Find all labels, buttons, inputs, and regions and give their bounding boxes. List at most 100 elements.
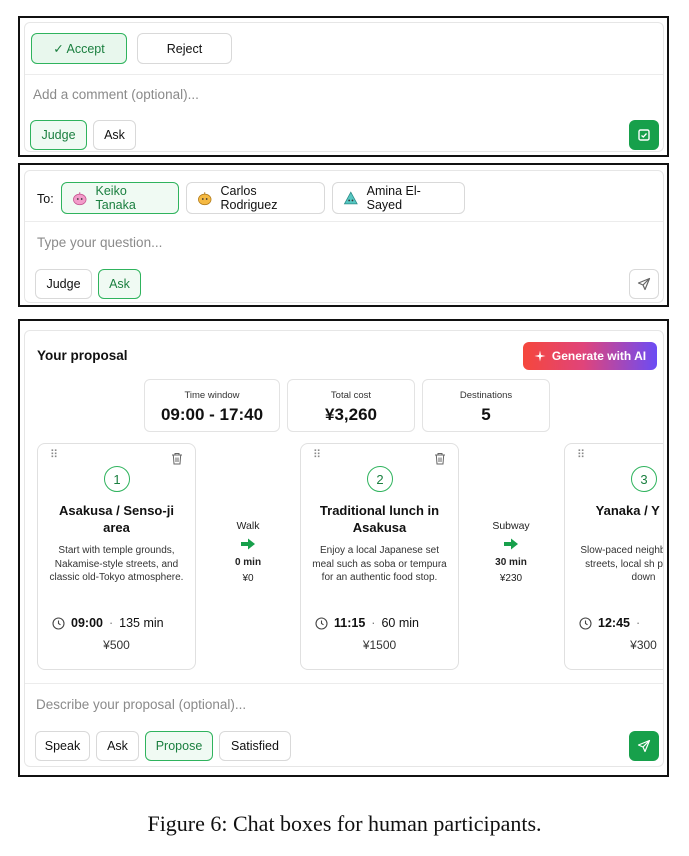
divider [25,683,663,684]
separator-dot: · [108,616,114,630]
trash-icon[interactable] [171,452,183,465]
question-box: To: Keiko Tanaka Carlos Rodriguez Amina … [24,170,664,303]
card-duration: 60 min [381,616,419,630]
review-box: ✓ Accept Reject Add a comment (optional)… [24,22,664,152]
submit-button[interactable] [629,120,659,150]
speak-label: Speak [44,739,81,753]
card-number: 2 [367,466,393,492]
arrow-right-icon [504,538,518,550]
clock-icon [315,616,328,630]
card-title: Traditional lunch in Asakusa [319,503,440,535]
card-price: ¥500 [103,638,130,652]
accept-button[interactable]: ✓ Accept [31,33,127,64]
destination-card[interactable]: ⠿ 1 Asakusa / Senso-ji area Start with t… [37,443,196,670]
speak-button[interactable]: Speak [35,731,90,761]
teal-creature-icon [343,191,358,205]
generate-ai-button[interactable]: Generate with AI [523,342,657,370]
send-button[interactable] [629,269,659,299]
drag-handle-icon[interactable]: ⠿ [577,450,585,461]
arrow-right-icon [241,538,255,550]
transit-cost: ¥0 [242,573,254,584]
drag-handle-icon[interactable]: ⠿ [313,450,321,461]
card-description: Slow-paced neighborhood w streets, local… [580,545,664,583]
recipient-name: Amina El-Sayed [366,184,421,212]
trash-icon[interactable] [434,452,446,465]
sparkle-icon [534,350,546,362]
ask-label: Ask [107,739,128,753]
card-duration: 135 min [119,616,164,630]
ask-tab[interactable]: Ask [98,269,141,299]
stat-time-window: Time window 09:00 - 17:40 [144,379,280,432]
divider [25,74,663,75]
judge-tab[interactable]: Judge [30,120,87,150]
reject-button[interactable]: Reject [137,33,232,64]
judge-tab[interactable]: Judge [35,269,92,299]
ask-tab[interactable]: Ask [93,120,136,150]
transit-cost: ¥230 [499,573,523,584]
generate-ai-label: Generate with AI [551,349,647,363]
question-input[interactable]: Type your question... [37,235,162,250]
card-price: ¥1500 [362,638,397,652]
card-title: Asakusa / Senso-ji area [59,503,174,535]
judge-label: Judge [46,277,81,291]
comment-input[interactable]: Add a comment (optional)... [33,87,199,102]
destination-card[interactable]: ⠿ 2 Traditional lunch in Asakusa Enjoy a… [300,443,459,670]
recipient-chip-amina[interactable]: Amina El-Sayed [332,182,465,214]
clock-icon [579,616,592,630]
propose-label: Propose [155,739,203,753]
send-icon [637,277,651,291]
stat-label: Total cost [330,390,372,401]
destination-card[interactable]: ⠿ 3 Yanaka / Y Ginz Slow-paced neighborh… [564,443,664,670]
recipient-chip-keiko[interactable]: Keiko Tanaka [61,182,179,214]
ask-label: Ask [104,128,125,142]
send-proposal-button[interactable] [629,731,659,761]
transit-mode: Walk [236,520,260,532]
separator-dot: · [371,616,376,630]
ask-label: Ask [109,277,130,291]
recipient-name: Keiko Tanaka [95,184,136,212]
card-title: Yanaka / Y Ginz [595,503,663,518]
card-start-time: 12:45 [598,616,630,630]
proposal-panel: Your proposal Generate with AI Time wind… [18,319,669,777]
figure-caption: Figure 6: Chat boxes for human participa… [147,811,542,836]
card-time-row: 09:00 · 135 min [52,616,181,630]
send-icon [637,739,651,753]
stat-label: Time window [184,390,240,401]
stat-value: 09:00 - 17:40 [160,405,264,424]
reject-label: Reject [166,41,203,56]
drag-handle-icon[interactable]: ⠿ [50,450,58,461]
recipient-name: Carlos Rodriguez [220,184,278,212]
to-label: To: [37,192,54,206]
ask-button[interactable]: Ask [96,731,139,761]
transit-minutes: 30 min [495,557,527,568]
stat-value: ¥3,260 [325,405,377,424]
proposal-input[interactable]: Describe your proposal (optional)... [36,697,246,712]
satisfied-label: Satisfied [231,739,279,753]
card-number: 3 [631,466,657,492]
card-time-row: 12:45 · [579,616,663,630]
stat-label: Destinations [459,390,513,401]
submit-icon [638,129,650,141]
card-start-time: 09:00 [71,616,103,630]
proposal-title: Your proposal [37,348,128,363]
card-description: Enjoy a local Japanese set meal such as … [312,545,447,583]
proposal-box: Your proposal Generate with AI Time wind… [24,330,664,767]
card-start-time: 11:15 [334,616,366,630]
card-description: Start with temple grounds, Nakamise-styl… [49,545,184,583]
divider [25,221,663,222]
propose-button[interactable]: Propose [145,731,213,761]
transit-segment: Walk 0 min ¥0 [213,520,283,584]
satisfied-button[interactable]: Satisfied [219,731,291,761]
review-panel: ✓ Accept Reject Add a comment (optional)… [18,16,669,157]
transit-minutes: 0 min [234,557,262,568]
question-panel: To: Keiko Tanaka Carlos Rodriguez Amina … [18,163,669,307]
stat-value: 5 [481,405,491,424]
accept-label: ✓ Accept [53,42,105,56]
recipient-chip-carlos[interactable]: Carlos Rodriguez [186,182,325,214]
card-time-row: 11:15 · 60 min [315,616,444,630]
stat-total-cost: Total cost ¥3,260 [287,379,415,432]
transit-segment: Subway 30 min ¥230 [476,520,546,584]
judge-label: Judge [41,128,76,142]
orange-creature-icon [198,192,212,206]
pink-creature-icon [73,192,87,206]
